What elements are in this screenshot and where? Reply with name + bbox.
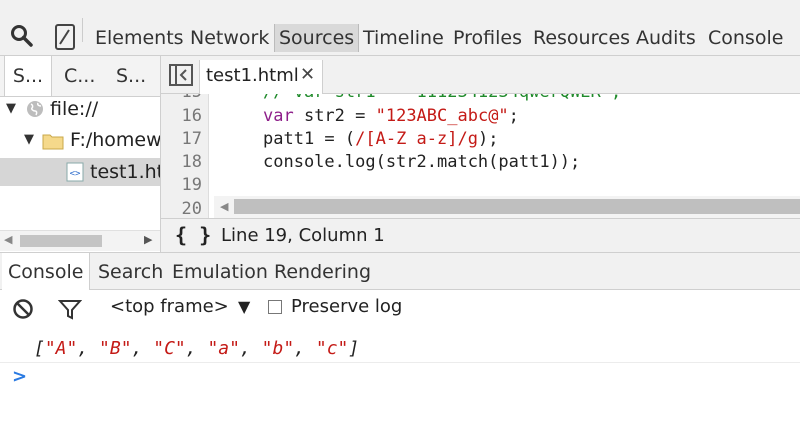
toggle-navigator-icon[interactable] bbox=[169, 64, 193, 91]
toolbar-divider bbox=[82, 18, 83, 42]
drawer-tab-rendering[interactable]: Rendering bbox=[268, 253, 377, 291]
tab-profiles[interactable]: Profiles bbox=[449, 24, 526, 52]
editor-tab-label: test1.html bbox=[206, 65, 299, 86]
line-number-gutter: 15 16 17 18 19 20 bbox=[161, 94, 209, 218]
drawer-tab-console[interactable]: Console bbox=[2, 253, 91, 291]
code-line-17: patt1 = (/[A-Z a-z]/g); bbox=[263, 129, 499, 149]
svg-text:<>: <> bbox=[70, 169, 81, 179]
devtools-toolbar: Elements Network Sources Timeline Profil… bbox=[0, 0, 800, 56]
console-prompt-icon: > bbox=[12, 366, 28, 387]
context-selector[interactable]: <top frame> bbox=[110, 296, 229, 317]
tab-audits[interactable]: Audits bbox=[632, 24, 700, 52]
line-number: 18 bbox=[181, 152, 202, 172]
chevron-down-icon[interactable]: ▼ bbox=[238, 297, 250, 316]
tab-console[interactable]: Console bbox=[704, 24, 787, 52]
line-number: 16 bbox=[181, 106, 202, 126]
code-line-16: var str2 = "123ABC_abc@"; bbox=[263, 106, 519, 126]
console-output: ["A", "B", "C", "a", "b", "c"] > bbox=[0, 328, 800, 428]
navigator-tabs: S... C... S... bbox=[0, 56, 160, 97]
editor-status-bar: { } Line 19, Column 1 bbox=[161, 218, 800, 252]
line-number: 15 bbox=[182, 94, 202, 102]
scroll-left-icon[interactable]: ◀ bbox=[220, 200, 228, 213]
tab-network[interactable]: Network bbox=[186, 24, 273, 52]
expand-triangle-icon[interactable]: ▼ bbox=[6, 97, 16, 121]
scrollbar-thumb[interactable] bbox=[20, 235, 102, 247]
code-line-15: // var str1 = "1112341234qwerQWER"; bbox=[263, 94, 621, 102]
drawer-tab-search[interactable]: Search bbox=[92, 253, 169, 291]
tree-item-file[interactable]: <> test1.htm bbox=[0, 158, 160, 186]
tree-item-label: file:// bbox=[50, 98, 99, 120]
editor-scrollbar[interactable]: ◀ bbox=[214, 196, 800, 218]
sources-navigator: S... C... S... ▼ file:// ▼ F:/homewc <> … bbox=[0, 56, 161, 252]
tree-item-folder[interactable]: ▼ F:/homewc bbox=[0, 128, 161, 152]
preserve-log-checkbox[interactable] bbox=[268, 300, 282, 314]
console-toolbar: <top frame> ▼ Preserve log bbox=[0, 290, 800, 329]
html-file-icon: <> bbox=[66, 162, 84, 186]
drawer-tab-emulation[interactable]: Emulation bbox=[166, 253, 274, 291]
console-input[interactable] bbox=[34, 366, 784, 392]
preserve-log-label: Preserve log bbox=[291, 296, 403, 317]
pretty-print-icon[interactable]: { } bbox=[175, 223, 211, 247]
folder-icon bbox=[42, 132, 64, 152]
navigator-tab-content-scripts[interactable]: C... bbox=[64, 56, 95, 96]
cursor-position: Line 19, Column 1 bbox=[221, 225, 385, 246]
filter-icon[interactable] bbox=[57, 299, 83, 326]
tab-resources[interactable]: Resources bbox=[529, 24, 634, 52]
tab-timeline[interactable]: Timeline bbox=[359, 24, 448, 52]
device-mode-icon[interactable] bbox=[54, 24, 76, 55]
navigator-scrollbar[interactable]: ◀ ▶ bbox=[0, 230, 160, 251]
clear-console-icon[interactable] bbox=[12, 298, 34, 325]
expand-triangle-icon[interactable]: ▼ bbox=[24, 128, 34, 152]
tree-item-label: test1.htm bbox=[90, 161, 160, 183]
line-number: 20 bbox=[181, 199, 202, 218]
line-number: 17 bbox=[181, 129, 202, 149]
globe-icon bbox=[26, 100, 44, 121]
tree-item-origin[interactable]: ▼ file:// bbox=[0, 97, 160, 121]
code-line-18: console.log(str2.match(patt1)); bbox=[263, 152, 581, 172]
message-divider bbox=[0, 362, 800, 363]
editor-tabbar: test1.html ✕ bbox=[161, 56, 800, 94]
console-message[interactable]: ["A", "B", "C", "a", "b", "c"] bbox=[34, 338, 359, 359]
scroll-right-icon[interactable]: ▶ bbox=[144, 233, 152, 246]
line-number: 19 bbox=[181, 175, 202, 195]
navigator-tab-sources[interactable]: S... bbox=[4, 56, 52, 96]
close-tab-icon[interactable]: ✕ bbox=[300, 64, 315, 85]
editor-tab-test1[interactable]: test1.html ✕ bbox=[199, 60, 323, 94]
tab-sources[interactable]: Sources bbox=[274, 24, 360, 52]
scrollbar-thumb[interactable] bbox=[234, 199, 800, 214]
tab-elements[interactable]: Elements bbox=[91, 24, 188, 52]
drawer-tabbar: Console Search Emulation Rendering bbox=[0, 252, 800, 291]
scroll-left-icon[interactable]: ◀ bbox=[4, 233, 12, 246]
search-icon[interactable] bbox=[10, 24, 34, 53]
tree-item-label: F:/homewc bbox=[70, 129, 161, 151]
navigator-tab-snippets[interactable]: S... bbox=[116, 56, 146, 96]
